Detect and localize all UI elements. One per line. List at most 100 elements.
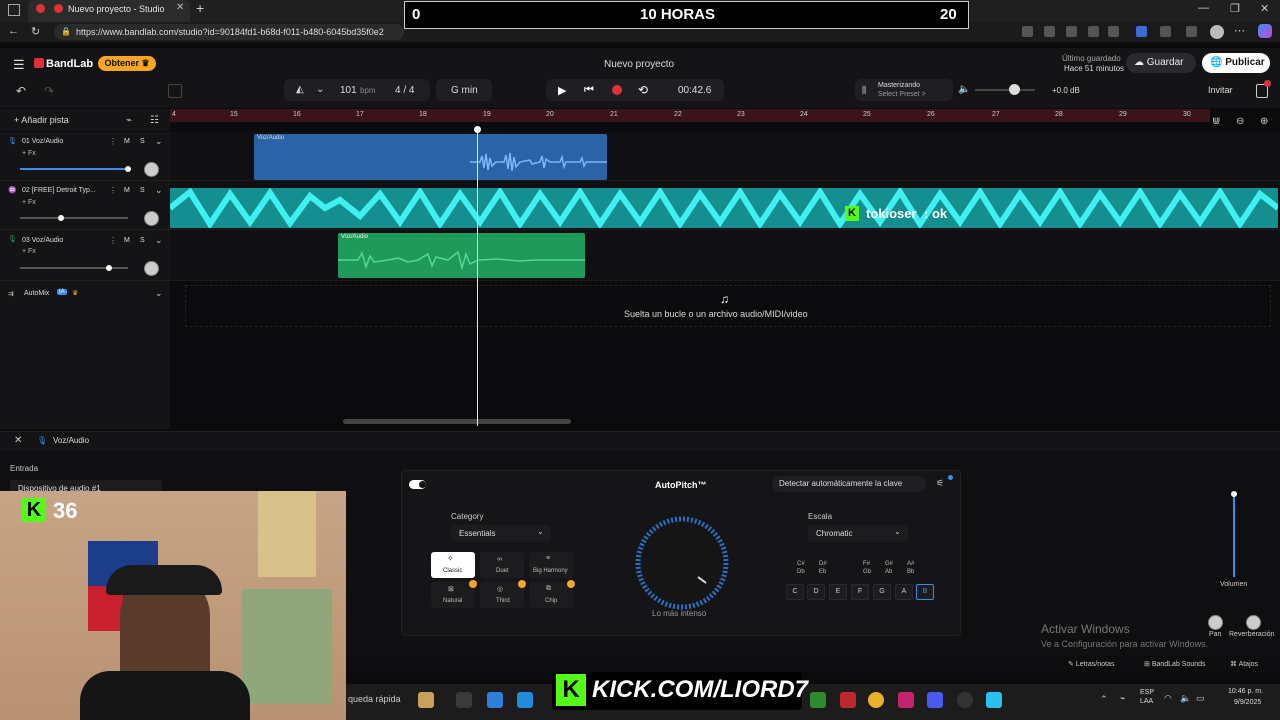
- new-tab-icon[interactable]: +: [196, 0, 204, 16]
- reverb-knob[interactable]: [1246, 615, 1261, 630]
- note-asharp[interactable]: A# Bb: [907, 560, 914, 576]
- battery-icon[interactable]: ▭: [1196, 693, 1205, 704]
- note-e[interactable]: E: [829, 584, 847, 600]
- track-name[interactable]: 01 Voz/Audio: [22, 138, 63, 145]
- publish-button[interactable]: 🌐 Publicar: [1202, 53, 1270, 73]
- extensions-icon[interactable]: [1160, 26, 1171, 37]
- mute-button[interactable]: M: [124, 237, 130, 244]
- sounds-link[interactable]: ⊞ BandLab Sounds: [1144, 660, 1206, 668]
- track-volume-slider[interactable]: [20, 168, 128, 170]
- extension-icon[interactable]: [1044, 26, 1055, 37]
- logo[interactable]: BandLab: [46, 58, 93, 70]
- volume-fader-handle[interactable]: [1231, 491, 1237, 497]
- pan-knob[interactable]: [144, 261, 159, 276]
- invite-button[interactable]: Invitar: [1208, 85, 1233, 95]
- effect-duet[interactable]: [480, 552, 524, 578]
- speaker-icon[interactable]: 🔈: [958, 84, 970, 95]
- sidebar-toggle-icon[interactable]: [8, 4, 20, 16]
- playhead-handle[interactable]: [474, 126, 481, 133]
- add-track-button[interactable]: + Añadir pista: [14, 115, 69, 125]
- chevron-down-icon[interactable]: ⌄: [155, 185, 163, 196]
- chevron-down-icon[interactable]: ⌄: [316, 84, 324, 95]
- track-volume-handle[interactable]: [106, 265, 112, 271]
- solo-button[interactable]: S: [140, 187, 145, 194]
- obs-icon[interactable]: [957, 692, 973, 708]
- mic-icon[interactable]: [1022, 26, 1033, 37]
- wand-icon[interactable]: ⌁: [126, 115, 132, 126]
- minimize-icon[interactable]: —: [1198, 2, 1209, 14]
- taskbar-search[interactable]: queda rápida: [348, 694, 401, 704]
- panel-toggle-icon[interactable]: [168, 84, 182, 98]
- lyrics-link[interactable]: ✎ Letras/notas: [1068, 660, 1114, 668]
- drag-handle-icon[interactable]: ⋮: [109, 137, 117, 146]
- back-icon[interactable]: ←: [8, 25, 19, 37]
- master-volume-track[interactable]: [975, 89, 1035, 91]
- volume-fader[interactable]: [1233, 493, 1235, 577]
- profile-extension-icon[interactable]: [1136, 26, 1147, 37]
- chevron-down-icon[interactable]: ⌄: [155, 235, 163, 246]
- avatar[interactable]: [1210, 25, 1224, 39]
- pan-knob[interactable]: [144, 162, 159, 177]
- note-g[interactable]: G: [873, 584, 891, 600]
- note-csharp[interactable]: C# Db: [797, 560, 805, 576]
- edge-icon[interactable]: [517, 692, 533, 708]
- note-c[interactable]: C: [786, 584, 804, 600]
- note-fsharp[interactable]: F# Gb: [863, 560, 871, 576]
- note-d[interactable]: D: [807, 584, 825, 600]
- chevron-down-icon[interactable]: ⌄: [155, 136, 163, 147]
- undo-icon[interactable]: ↶: [16, 84, 26, 98]
- loop-icon[interactable]: ⟲: [638, 83, 648, 97]
- intensity-knob[interactable]: [632, 515, 736, 611]
- add-fx-button[interactable]: + Fx: [22, 248, 36, 255]
- zoom-icon[interactable]: [1088, 26, 1099, 37]
- notepad-icon[interactable]: [986, 692, 1002, 708]
- apps-icon[interactable]: [1066, 26, 1077, 37]
- note-a[interactable]: A: [895, 584, 913, 600]
- timeline-ruler[interactable]: [170, 109, 1210, 122]
- mute-button[interactable]: M: [124, 187, 130, 194]
- note-f[interactable]: F: [851, 584, 869, 600]
- task-view-icon[interactable]: [456, 692, 472, 708]
- settings-icon[interactable]: ☷: [150, 115, 159, 126]
- horizontal-scrollbar[interactable]: [343, 419, 571, 424]
- get-membership-button[interactable]: Obtener ♛: [98, 56, 156, 71]
- store-icon[interactable]: [487, 692, 503, 708]
- clock-time[interactable]: 10:46 p. m.: [1228, 688, 1263, 695]
- solo-button[interactable]: S: [140, 237, 145, 244]
- app-icon[interactable]: [810, 692, 826, 708]
- metronome-icon[interactable]: ◭: [296, 84, 304, 95]
- network-icon[interactable]: ⌁: [1120, 693, 1125, 704]
- chrome-icon[interactable]: [868, 692, 884, 708]
- tune-settings-icon[interactable]: ⚟: [936, 478, 944, 489]
- clock-date[interactable]: 9/9/2025: [1234, 699, 1261, 706]
- add-fx-button[interactable]: + Fx: [22, 199, 36, 206]
- app-icon[interactable]: [840, 692, 856, 708]
- skip-back-icon[interactable]: ⏮: [584, 84, 594, 97]
- more-menu-icon[interactable]: ⋯: [1234, 24, 1245, 37]
- wifi-icon[interactable]: ◠: [1164, 693, 1172, 704]
- split-screen-icon[interactable]: [1186, 26, 1197, 37]
- master-volume-handle[interactable]: [1009, 84, 1020, 95]
- panel-pan-knob[interactable]: [1208, 615, 1223, 630]
- favorite-icon[interactable]: [1108, 26, 1119, 37]
- tiktok-icon[interactable]: [898, 692, 914, 708]
- shortcuts-link[interactable]: ⌘ Atajos: [1230, 660, 1258, 668]
- track-name[interactable]: 03 Voz/Audio: [22, 237, 63, 244]
- record-icon[interactable]: [612, 85, 622, 95]
- time-signature[interactable]: 4 / 4: [395, 85, 414, 96]
- add-fx-button[interactable]: + Fx: [22, 150, 36, 157]
- reload-icon[interactable]: ↻: [31, 25, 40, 38]
- restore-icon[interactable]: ❐: [1230, 2, 1240, 15]
- drag-handle-icon[interactable]: ⋮: [109, 186, 117, 195]
- language-indicator[interactable]: ESP LAA: [1140, 688, 1154, 706]
- effect-big-harmony[interactable]: [529, 552, 573, 578]
- save-button[interactable]: ☁ Guardar: [1126, 53, 1196, 73]
- zoom-out-icon[interactable]: ⊖: [1236, 116, 1244, 127]
- track-name[interactable]: 02 [FREE] Detroit Typ...: [22, 187, 96, 194]
- play-icon[interactable]: ▶: [558, 84, 566, 97]
- solo-button[interactable]: S: [140, 138, 145, 145]
- menu-icon[interactable]: ☰: [13, 57, 25, 73]
- note-gsharp[interactable]: G# Ab: [885, 560, 893, 576]
- zoom-in-icon[interactable]: ⊕: [1260, 116, 1268, 127]
- effect-chip[interactable]: [529, 582, 573, 608]
